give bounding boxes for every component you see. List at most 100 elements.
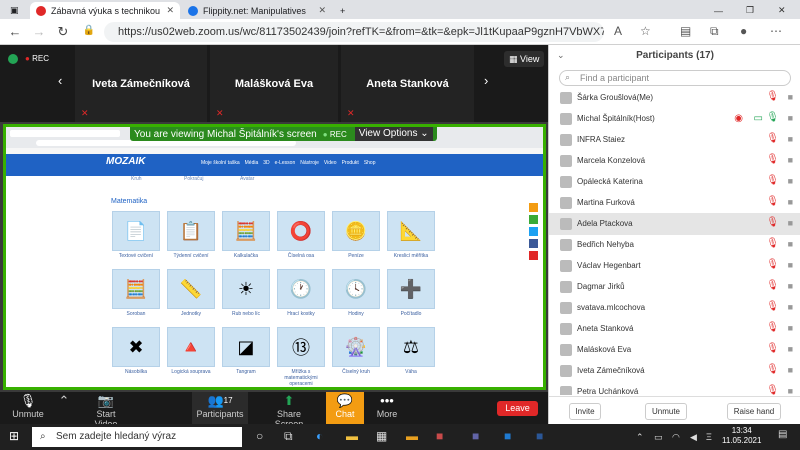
url-field[interactable]: https://us02web.zoom.us/wc/81173502439/j… xyxy=(104,22,604,42)
participant-row[interactable]: INFRA Staiez 🎙 ■ xyxy=(549,129,800,151)
collections-icon[interactable]: ▤ xyxy=(680,24,691,38)
participant-row[interactable]: Malásková Eva 🎙 ■ xyxy=(549,339,800,361)
profile-icon[interactable]: ● xyxy=(740,24,747,38)
chevron-down-icon[interactable]: ⌄ xyxy=(557,50,565,61)
tool-card[interactable]: 🧮 Kalkulačka xyxy=(222,211,270,259)
audio-options-button[interactable]: ⌃ xyxy=(56,392,72,424)
participant-row[interactable]: svatava.mlcochova 🎙 ■ xyxy=(549,297,800,319)
close-icon[interactable]: ✕ xyxy=(318,5,326,16)
more-button[interactable]: ••• More xyxy=(370,392,404,424)
tool-card[interactable]: 📐 Kreslicí měřítka xyxy=(387,211,435,259)
raise-hand-button[interactable]: Raise hand xyxy=(727,403,781,420)
word-icon[interactable]: ■ xyxy=(536,429,543,443)
forward-icon[interactable]: → xyxy=(30,24,48,39)
tool-card[interactable]: 🪙 Peníze xyxy=(332,211,380,259)
volume-icon[interactable]: ◀ xyxy=(690,432,697,443)
task-view-icon[interactable]: ⧉ xyxy=(284,429,293,444)
tool-card[interactable]: 📄 Textové cvičení xyxy=(112,211,160,259)
tool-card[interactable]: ⚖ Váha xyxy=(387,327,435,375)
tray-expand-icon[interactable]: ⌃ xyxy=(636,432,644,443)
twitter-icon[interactable] xyxy=(529,227,538,236)
youtube-icon[interactable] xyxy=(529,251,538,260)
share-screen-button[interactable]: ⬆ Share Screen xyxy=(262,392,316,429)
mic-muted-icon: ✕ xyxy=(81,108,89,118)
store-icon[interactable]: ▦ xyxy=(376,429,387,443)
tool-card[interactable]: ◪ Tangram xyxy=(222,327,270,375)
wifi-icon[interactable]: ◠ xyxy=(672,432,680,443)
participants-button[interactable]: 👥17 Participants xyxy=(192,392,248,424)
tool-card[interactable]: 🔺 Logická soupravа xyxy=(167,327,215,375)
participant-row[interactable]: Marcela Konzelová 🎙 ■ xyxy=(549,150,800,172)
folder-icon[interactable]: ▬ xyxy=(406,429,418,443)
tool-card[interactable]: ⑬ Mřížka s matematickými operacemi xyxy=(277,327,325,387)
tool-card[interactable]: ⭕ Číselná osa xyxy=(277,211,325,259)
clock[interactable]: 13:34 11.05.2021 xyxy=(722,426,761,446)
tool-card[interactable]: 📏 Jednotky xyxy=(167,269,215,317)
tab-zoom[interactable]: Zábavná výuka s technikou ✕ xyxy=(30,2,180,19)
participant-row[interactable]: Petra Uchánková 🎙 ■ xyxy=(549,381,800,395)
outlook-icon[interactable]: ■ xyxy=(504,429,511,443)
share-icon[interactable] xyxy=(529,203,538,212)
file-explorer-icon[interactable]: ▬ xyxy=(346,429,358,443)
participant-row[interactable]: Aneta Stanková 🎙 ■ xyxy=(549,318,800,340)
maximize-icon[interactable]: ❐ xyxy=(740,2,760,19)
tool-card[interactable]: 🎡 Číselný kruh xyxy=(332,327,380,375)
window-close-icon[interactable]: ✕ xyxy=(772,2,792,19)
leave-button[interactable]: Leave xyxy=(497,401,538,416)
participant-row[interactable]: Václav Hegenbart 🎙 ■ xyxy=(549,255,800,277)
video-tile[interactable]: Malášková Eva ✕ xyxy=(210,45,338,122)
participant-row[interactable]: Michal Špitálník(Host) ◉ ▭ 🎙 ■ xyxy=(549,108,800,130)
grid-icon: ▦ xyxy=(509,54,518,64)
new-tab-button[interactable]: + xyxy=(334,2,351,19)
powerpoint-icon[interactable]: ■ xyxy=(436,429,443,443)
menu-icon[interactable]: ⋯ xyxy=(770,24,782,38)
edge-icon[interactable]: ◐ xyxy=(316,429,323,443)
reload-icon[interactable]: ↻ xyxy=(54,24,72,40)
participant-row[interactable]: Šárka Groušlová(Me) 🎙 ■ xyxy=(549,87,800,109)
view-button[interactable]: ▦ View xyxy=(504,51,545,67)
language-icon[interactable]: Ξ xyxy=(706,432,712,442)
taskbar-search[interactable]: Sem zadejte hledaný výraz xyxy=(32,427,242,447)
tool-card[interactable]: ☀ Rub nebo líc xyxy=(222,269,270,317)
favorite-icon[interactable]: ☆ xyxy=(640,24,651,38)
facebook-icon[interactable] xyxy=(529,239,538,248)
close-icon[interactable]: ✕ xyxy=(166,5,174,16)
unmute-button[interactable]: 🎙 Unmute xyxy=(8,392,48,424)
cortana-icon[interactable]: ○ xyxy=(256,429,263,443)
tool-card[interactable]: 🕐 Hrací kostky xyxy=(277,269,325,317)
view-options-button[interactable]: View Options ⌄ xyxy=(354,127,433,141)
invite-button[interactable]: Invite xyxy=(569,403,601,420)
tab-actions-icon[interactable]: ▣ xyxy=(4,2,26,19)
tool-card[interactable]: 📋 Týdenní cvičení xyxy=(167,211,215,259)
network-icon[interactable]: ▭ xyxy=(654,432,663,443)
back-icon[interactable]: ← xyxy=(6,24,24,39)
start-video-button[interactable]: 📷 Start Video xyxy=(86,392,126,429)
video-tile[interactable]: Iveta Zámečníková ✕ xyxy=(75,45,207,122)
participant-row[interactable]: Bedřich Nehyba 🎙 ■ xyxy=(549,234,800,256)
prev-page-icon[interactable]: ‹ xyxy=(58,73,62,88)
participant-row[interactable]: Iveta Zámečníková 🎙 ■ xyxy=(549,360,800,382)
tool-card[interactable]: ➕ Počítadlo xyxy=(387,269,435,317)
minimize-icon[interactable]: — xyxy=(708,2,729,19)
windows-start-icon[interactable]: ⊞ xyxy=(9,429,19,443)
translate-icon[interactable]: A xyxy=(614,24,622,38)
teams-icon[interactable]: ■ xyxy=(472,429,479,443)
extensions-icon[interactable]: ⧉ xyxy=(710,24,719,39)
tab-flippity[interactable]: Flippity.net: Manipulatives ✕ xyxy=(182,2,332,19)
chat-button[interactable]: 💬 Chat xyxy=(326,392,364,424)
participant-row[interactable]: Martina Furková 🎙 ■ xyxy=(549,192,800,214)
video-tile[interactable]: Aneta Stanková ✕ xyxy=(341,45,474,122)
find-participant-input[interactable]: Find a participant xyxy=(559,70,791,86)
tool-card[interactable]: 🧮 Soroban xyxy=(112,269,160,317)
next-page-icon[interactable]: › xyxy=(484,73,488,88)
participant-row[interactable]: Opálecká Katerina 🎙 ■ xyxy=(549,171,800,193)
video-off-icon: ■ xyxy=(787,386,793,395)
notifications-icon[interactable]: ▤ xyxy=(778,429,787,440)
participant-row[interactable]: Adela Ptackova 🎙 ■ xyxy=(549,213,800,235)
participant-row[interactable]: Dagmar Jirků 🎙 ■ xyxy=(549,276,800,298)
tool-card[interactable]: 🕓 Hodiny xyxy=(332,269,380,317)
record-icon xyxy=(36,5,46,16)
tool-card[interactable]: ✖ Násobilka xyxy=(112,327,160,375)
unmute-me-button[interactable]: Unmute xyxy=(645,403,687,420)
share-icon[interactable] xyxy=(529,215,538,224)
